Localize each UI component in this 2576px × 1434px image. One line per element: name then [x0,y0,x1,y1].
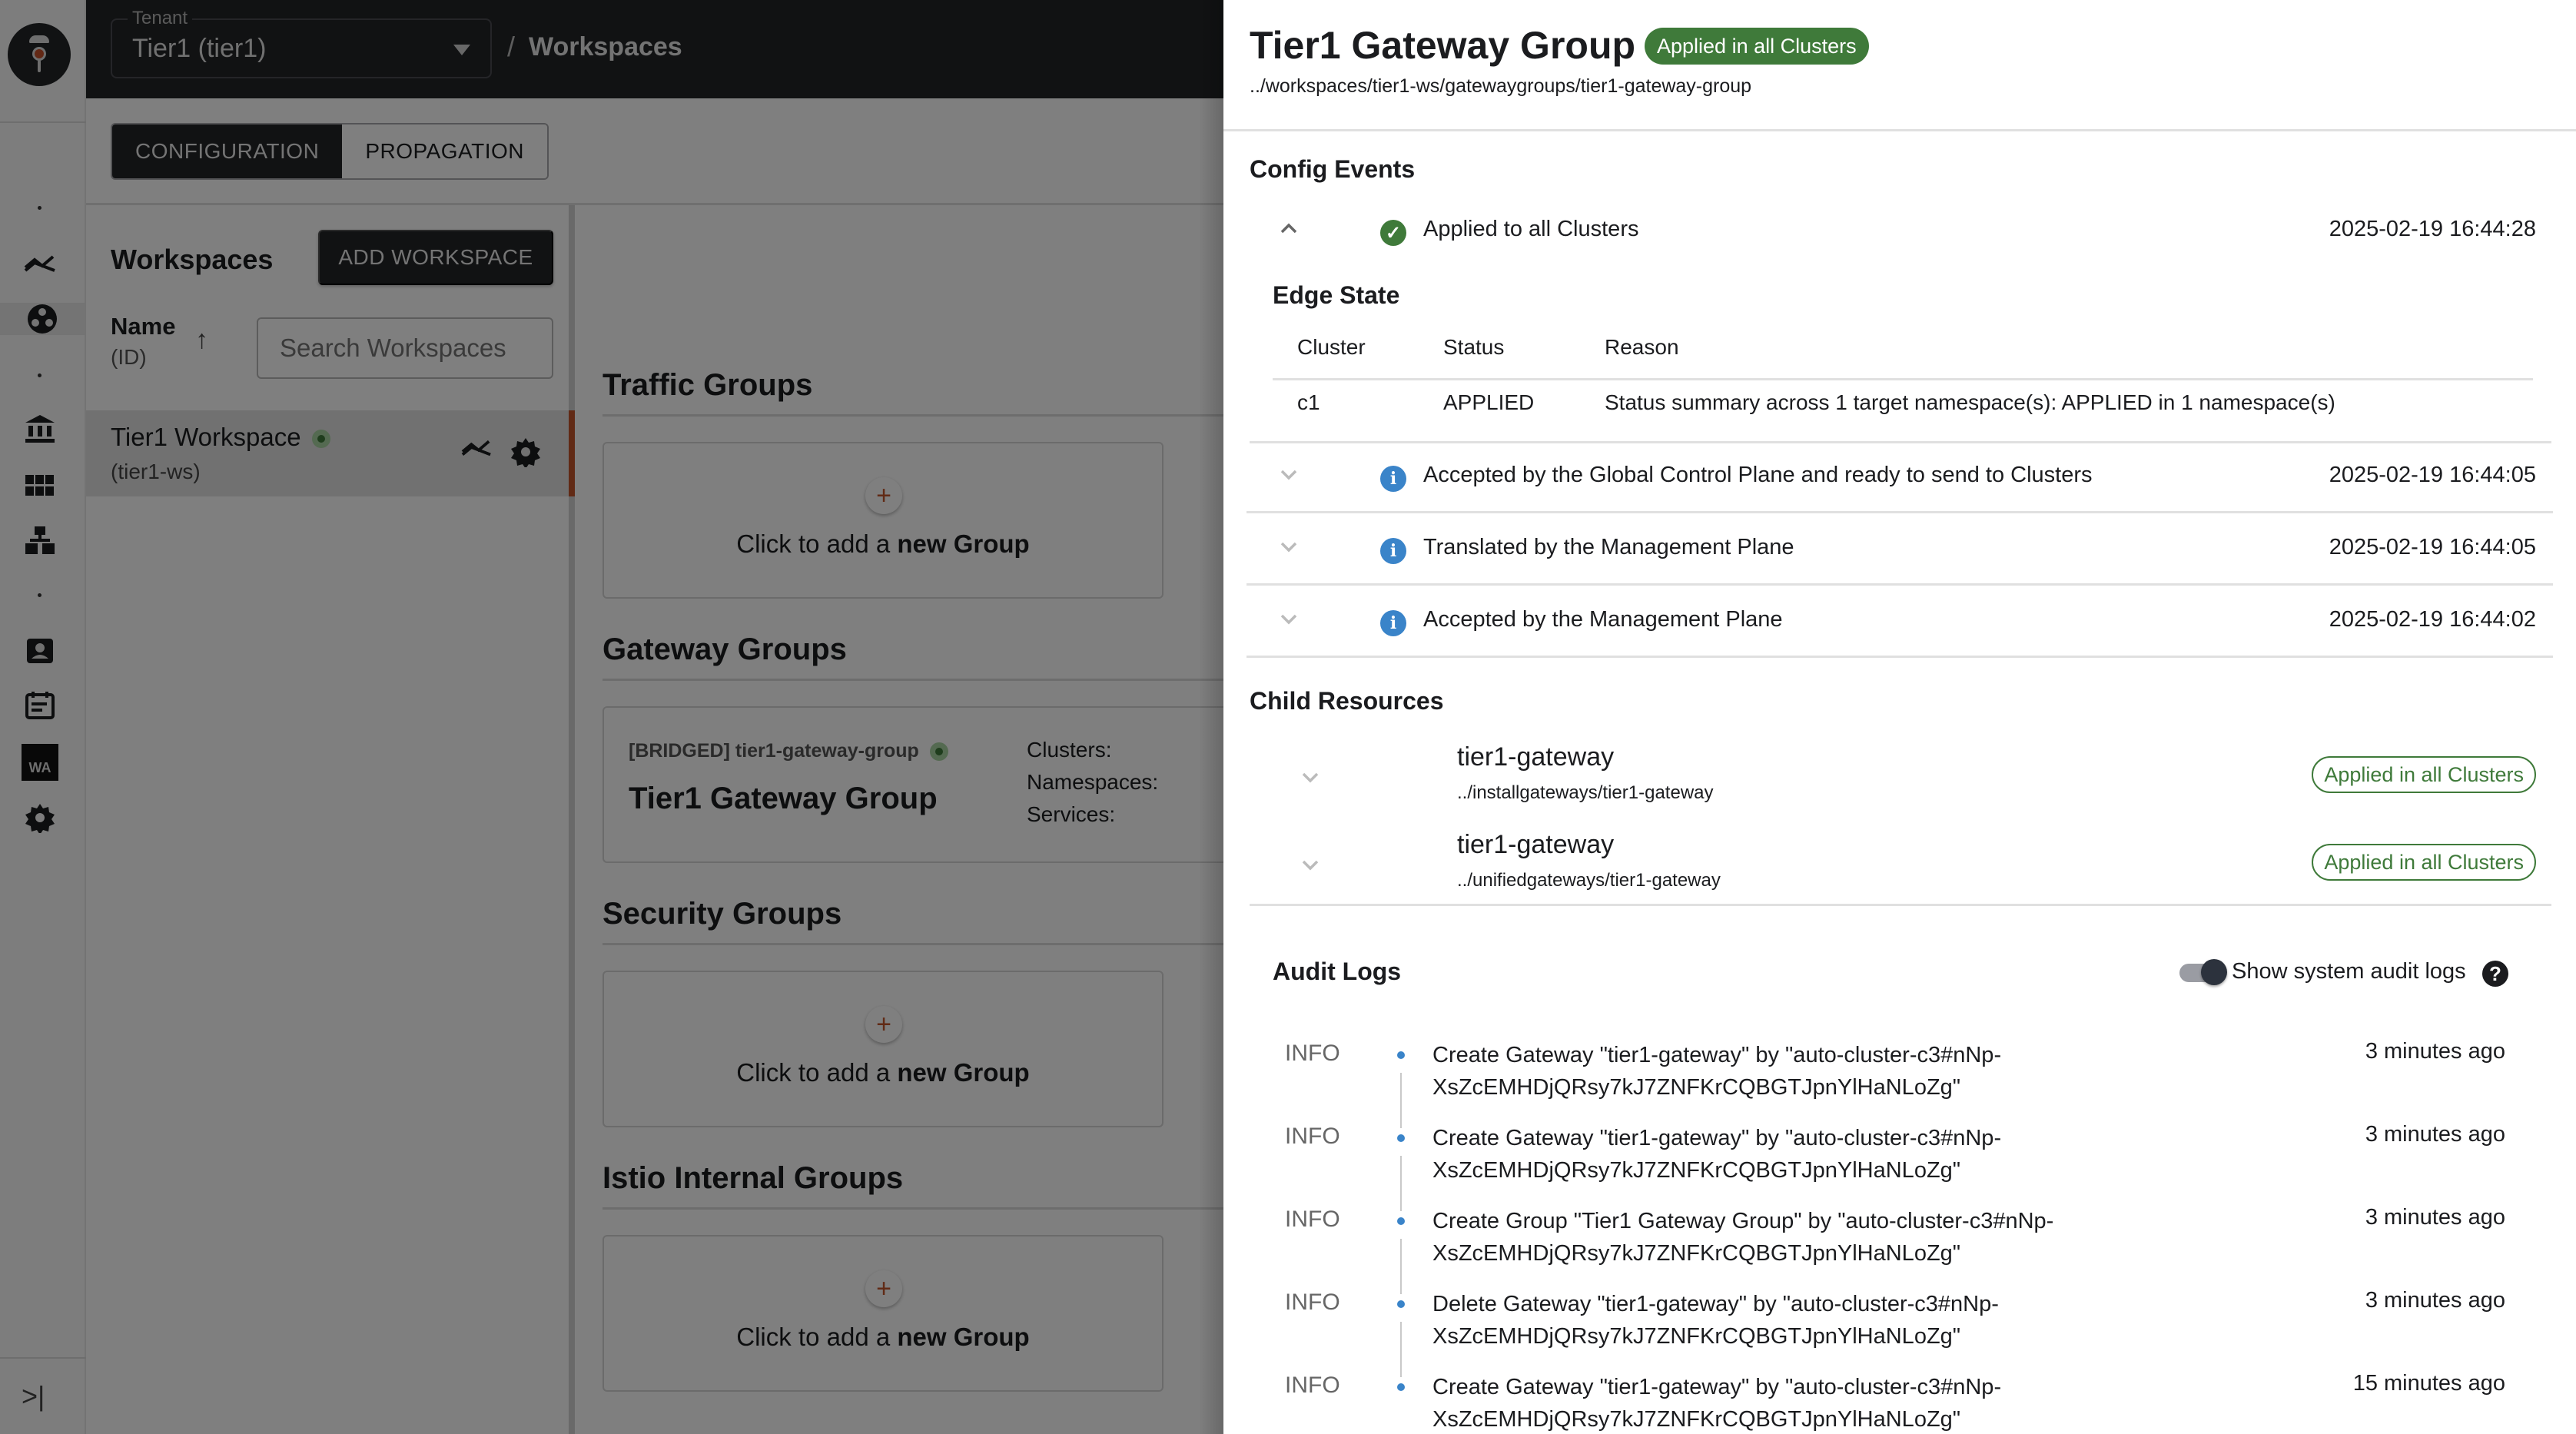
timeline-dot-icon [1397,1134,1405,1142]
log-message: Create Group "Tier1 Gateway Group" by "a… [1432,1209,2054,1266]
audit-log-entry: INFO Create Gateway "tier1-gateway" by "… [1273,1039,2518,1128]
toggle-knob [2201,959,2227,985]
event-time: 2025-02-19 16:44:02 [2329,607,2536,632]
divider [1247,511,2553,513]
drawer-title: Tier1 Gateway Group [1250,24,1636,67]
info-icon: i [1380,538,1406,564]
log-time: 3 minutes ago [2365,1288,2505,1313]
chevron-down-icon[interactable] [1279,464,1299,484]
log-time: 15 minutes ago [2352,1371,2505,1396]
child-resource-path: ../unifiedgateways/tier1-gateway [1457,870,1721,891]
status-badge: Applied in all Clusters [2312,756,2536,793]
status-badge: Applied in all Clusters [1645,28,1869,65]
log-time: 3 minutes ago [2365,1122,2505,1147]
timeline-dot-icon [1397,1051,1405,1059]
event-text: Applied to all Clusters [1423,217,1639,241]
divider [1223,129,2576,131]
child-resource-row[interactable]: tier1-gateway ../installgateways/tier1-g… [1247,735,2553,821]
event-time: 2025-02-19 16:44:28 [2329,217,2536,241]
divider [1247,583,2553,586]
child-resources-title: Child Resources [1250,687,1444,715]
log-level: INFO [1285,1290,1340,1315]
column-header-cluster: Cluster [1297,335,1366,359]
event-text: Accepted by the Global Control Plane and… [1423,463,2093,487]
event-text: Accepted by the Management Plane [1423,607,1783,632]
info-icon: i [1380,610,1406,636]
log-time: 3 minutes ago [2365,1039,2505,1064]
chevron-down-icon[interactable] [1300,855,1320,875]
timeline-line [1400,1073,1402,1128]
event-time: 2025-02-19 16:44:05 [2329,535,2536,559]
config-event-row[interactable]: i Accepted by the Global Control Plane a… [1247,443,2553,513]
audit-log-entry: INFO Create Group "Tier1 Gateway Group" … [1273,1205,2518,1294]
log-level: INFO [1285,1373,1340,1398]
audit-log-entry: INFO Create Gateway "tier1-gateway" by "… [1273,1371,2518,1434]
chevron-up-icon[interactable] [1279,218,1299,238]
cell-cluster: c1 [1297,390,1320,414]
log-level: INFO [1285,1207,1340,1232]
edge-state-title: Edge State [1273,281,1400,309]
column-header-status: Status [1443,335,1505,359]
divider [1273,378,2533,380]
log-message: Delete Gateway "tier1-gateway" by "auto-… [1432,1292,1999,1349]
timeline-dot-icon [1397,1383,1405,1391]
info-icon: i [1380,466,1406,492]
check-circle-icon: ✓ [1380,220,1406,246]
cell-status: APPLIED [1443,390,1535,414]
column-header-reason: Reason [1605,335,1679,359]
log-message: Create Gateway "tier1-gateway" by "auto-… [1432,1043,2002,1100]
cell-reason: Status summary across 1 target namespace… [1605,390,2335,414]
divider [1247,656,2553,658]
audit-log-entry: INFO Create Gateway "tier1-gateway" by "… [1273,1122,2518,1211]
config-event-row[interactable]: i Translated by the Management Plane 202… [1247,515,2553,586]
modal-backdrop[interactable] [0,0,1223,1434]
config-event-row[interactable]: i Accepted by the Management Plane 2025-… [1247,587,2553,658]
show-system-audit-logs-toggle[interactable] [2179,959,2227,985]
chevron-down-icon[interactable] [1279,536,1299,556]
audit-log-entry: INFO Delete Gateway "tier1-gateway" by "… [1273,1288,2518,1377]
event-text: Translated by the Management Plane [1423,535,1794,559]
log-time: 3 minutes ago [2365,1205,2505,1230]
chevron-down-icon[interactable] [1279,609,1299,629]
log-message: Create Gateway "tier1-gateway" by "auto-… [1432,1375,2002,1432]
timeline-line [1400,1156,1402,1211]
timeline-dot-icon [1397,1300,1405,1308]
config-events-title: Config Events [1250,155,1416,183]
status-badge: Applied in all Clusters [2312,844,2536,881]
child-resource-name: tier1-gateway [1457,830,1615,859]
help-icon[interactable]: ? [2482,961,2508,987]
child-resource-path: ../installgateways/tier1-gateway [1457,782,1714,803]
table-row: c1 APPLIED Status summary across 1 targe… [1273,390,2533,429]
toggle-label: Show system audit logs [2232,959,2466,984]
event-time: 2025-02-19 16:44:05 [2329,463,2536,487]
log-message: Create Gateway "tier1-gateway" by "auto-… [1432,1126,2002,1183]
timeline-dot-icon [1397,1217,1405,1225]
divider [1250,904,2551,906]
child-resource-row[interactable]: tier1-gateway ../unifiedgateways/tier1-g… [1247,822,2553,908]
resource-path: ../workspaces/tier1-ws/gatewaygroups/tie… [1250,75,1752,97]
edge-state-header: Cluster Status Reason [1273,335,2533,378]
child-resource-name: tier1-gateway [1457,742,1615,772]
timeline-line [1400,1322,1402,1377]
config-event-row[interactable]: ✓ Applied to all Clusters 2025-02-19 16:… [1247,197,2553,267]
chevron-down-icon[interactable] [1300,767,1320,787]
log-level: INFO [1285,1041,1340,1066]
audit-logs-title: Audit Logs [1273,958,1402,985]
log-level: INFO [1285,1124,1340,1149]
drawer-shadow [1199,0,1223,1434]
timeline-line [1400,1239,1402,1294]
